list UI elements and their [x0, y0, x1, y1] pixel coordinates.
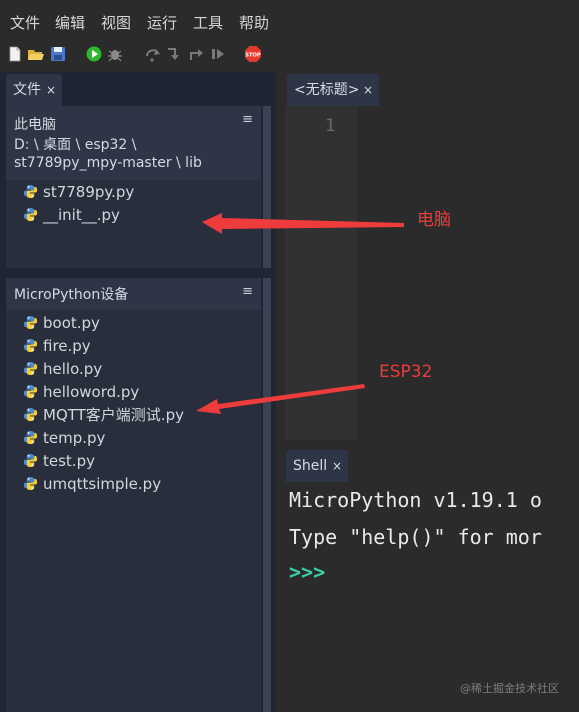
computer-path-line2[interactable]: st7789py_mpy-master \ lib: [14, 152, 202, 174]
tab-files-label: 文件: [13, 82, 41, 98]
open-file-icon[interactable]: [27, 45, 45, 63]
python-file-icon: [23, 384, 38, 399]
file-name: temp.py: [43, 429, 106, 447]
toolbar: STOP: [0, 36, 579, 72]
line-number-gutter: 1: [285, 106, 357, 440]
stop-icon[interactable]: STOP: [244, 45, 262, 63]
close-icon[interactable]: ×: [363, 74, 373, 106]
list-item[interactable]: temp.py: [23, 427, 105, 450]
list-item[interactable]: fire.py: [23, 335, 91, 358]
python-file-icon: [23, 407, 38, 422]
file-name: umqttsimple.py: [43, 475, 162, 493]
list-item[interactable]: umqttsimple.py: [23, 473, 161, 496]
line-number: 1: [325, 116, 336, 136]
device-panel-header: MicroPython设备 ≡: [6, 278, 261, 310]
step-over-icon[interactable]: [144, 45, 162, 63]
file-name: hello.py: [43, 360, 103, 378]
tab-files[interactable]: 文件 ×: [6, 74, 62, 106]
new-file-icon[interactable]: [6, 45, 24, 63]
shell-output-line: MicroPython v1.19.1 o: [289, 488, 542, 512]
python-file-icon: [23, 184, 38, 199]
computer-panel-header: 此电脑 D: \ 桌面 \ esp32 \ st7789py_mpy-maste…: [6, 106, 261, 180]
file-name: boot.py: [43, 314, 100, 332]
menu-tools[interactable]: 工具: [193, 12, 223, 33]
device-panel-scrollbar[interactable]: [263, 278, 271, 712]
close-icon[interactable]: ×: [46, 74, 56, 106]
tab-shell-label: Shell: [293, 458, 328, 474]
list-item[interactable]: helloword.py: [23, 381, 139, 404]
resume-icon[interactable]: [209, 45, 227, 63]
python-file-icon: [23, 453, 38, 468]
python-file-icon: [23, 430, 38, 445]
shell-console[interactable]: MicroPython v1.19.1 o Type "help()" for …: [285, 482, 579, 712]
file-name: helloword.py: [43, 383, 140, 401]
python-file-icon: [23, 476, 38, 491]
list-item[interactable]: hello.py: [23, 358, 102, 381]
menu-view[interactable]: 视图: [101, 12, 131, 33]
computer-panel-title: 此电脑: [14, 117, 56, 133]
python-file-icon: [23, 338, 38, 353]
menu-run[interactable]: 运行: [147, 12, 177, 33]
debug-icon[interactable]: [106, 45, 124, 63]
watermark-text: @稀土掘金技术社区: [460, 682, 559, 695]
file-name: MQTT客户端测试.py: [43, 406, 184, 424]
close-icon[interactable]: ×: [332, 450, 342, 482]
annotation-esp32-label: ESP32: [379, 362, 433, 382]
panel-menu-icon[interactable]: ≡: [242, 284, 253, 299]
menu-bar: 文件 编辑 视图 运行 工具 帮助: [0, 0, 579, 36]
tab-untitled[interactable]: <无标题> ×: [287, 74, 379, 106]
file-name: __init__.py: [43, 206, 120, 224]
code-editor[interactable]: 1: [285, 106, 579, 440]
file-name: st7789py.py: [43, 183, 135, 201]
tab-untitled-label: <无标题>: [294, 82, 360, 98]
run-icon[interactable]: [85, 45, 103, 63]
tab-shell[interactable]: Shell ×: [286, 450, 348, 482]
annotation-computer-label: 电脑: [417, 210, 451, 230]
python-file-icon: [23, 207, 38, 222]
list-item[interactable]: MQTT客户端测试.py: [23, 404, 184, 427]
shell-output-line: Type "help()" for mor: [289, 525, 542, 549]
list-item[interactable]: __init__.py: [23, 204, 120, 227]
stop-label: STOP: [245, 52, 261, 58]
list-item[interactable]: boot.py: [23, 312, 100, 335]
list-item[interactable]: test.py: [23, 450, 95, 473]
menu-help[interactable]: 帮助: [239, 12, 269, 33]
python-file-icon: [23, 315, 38, 330]
step-into-icon[interactable]: [165, 45, 183, 63]
device-panel-title: MicroPython设备: [14, 287, 129, 303]
menu-file[interactable]: 文件: [10, 12, 40, 33]
computer-panel-scrollbar[interactable]: [263, 106, 271, 268]
python-file-icon: [23, 361, 38, 376]
file-name: test.py: [43, 452, 95, 470]
shell-prompt: >>>: [289, 560, 326, 584]
file-name: fire.py: [43, 337, 91, 355]
menu-edit[interactable]: 编辑: [55, 12, 85, 33]
save-icon[interactable]: [49, 45, 67, 63]
list-item[interactable]: st7789py.py: [23, 181, 134, 204]
panel-menu-icon[interactable]: ≡: [242, 112, 253, 127]
step-out-icon[interactable]: [187, 45, 205, 63]
